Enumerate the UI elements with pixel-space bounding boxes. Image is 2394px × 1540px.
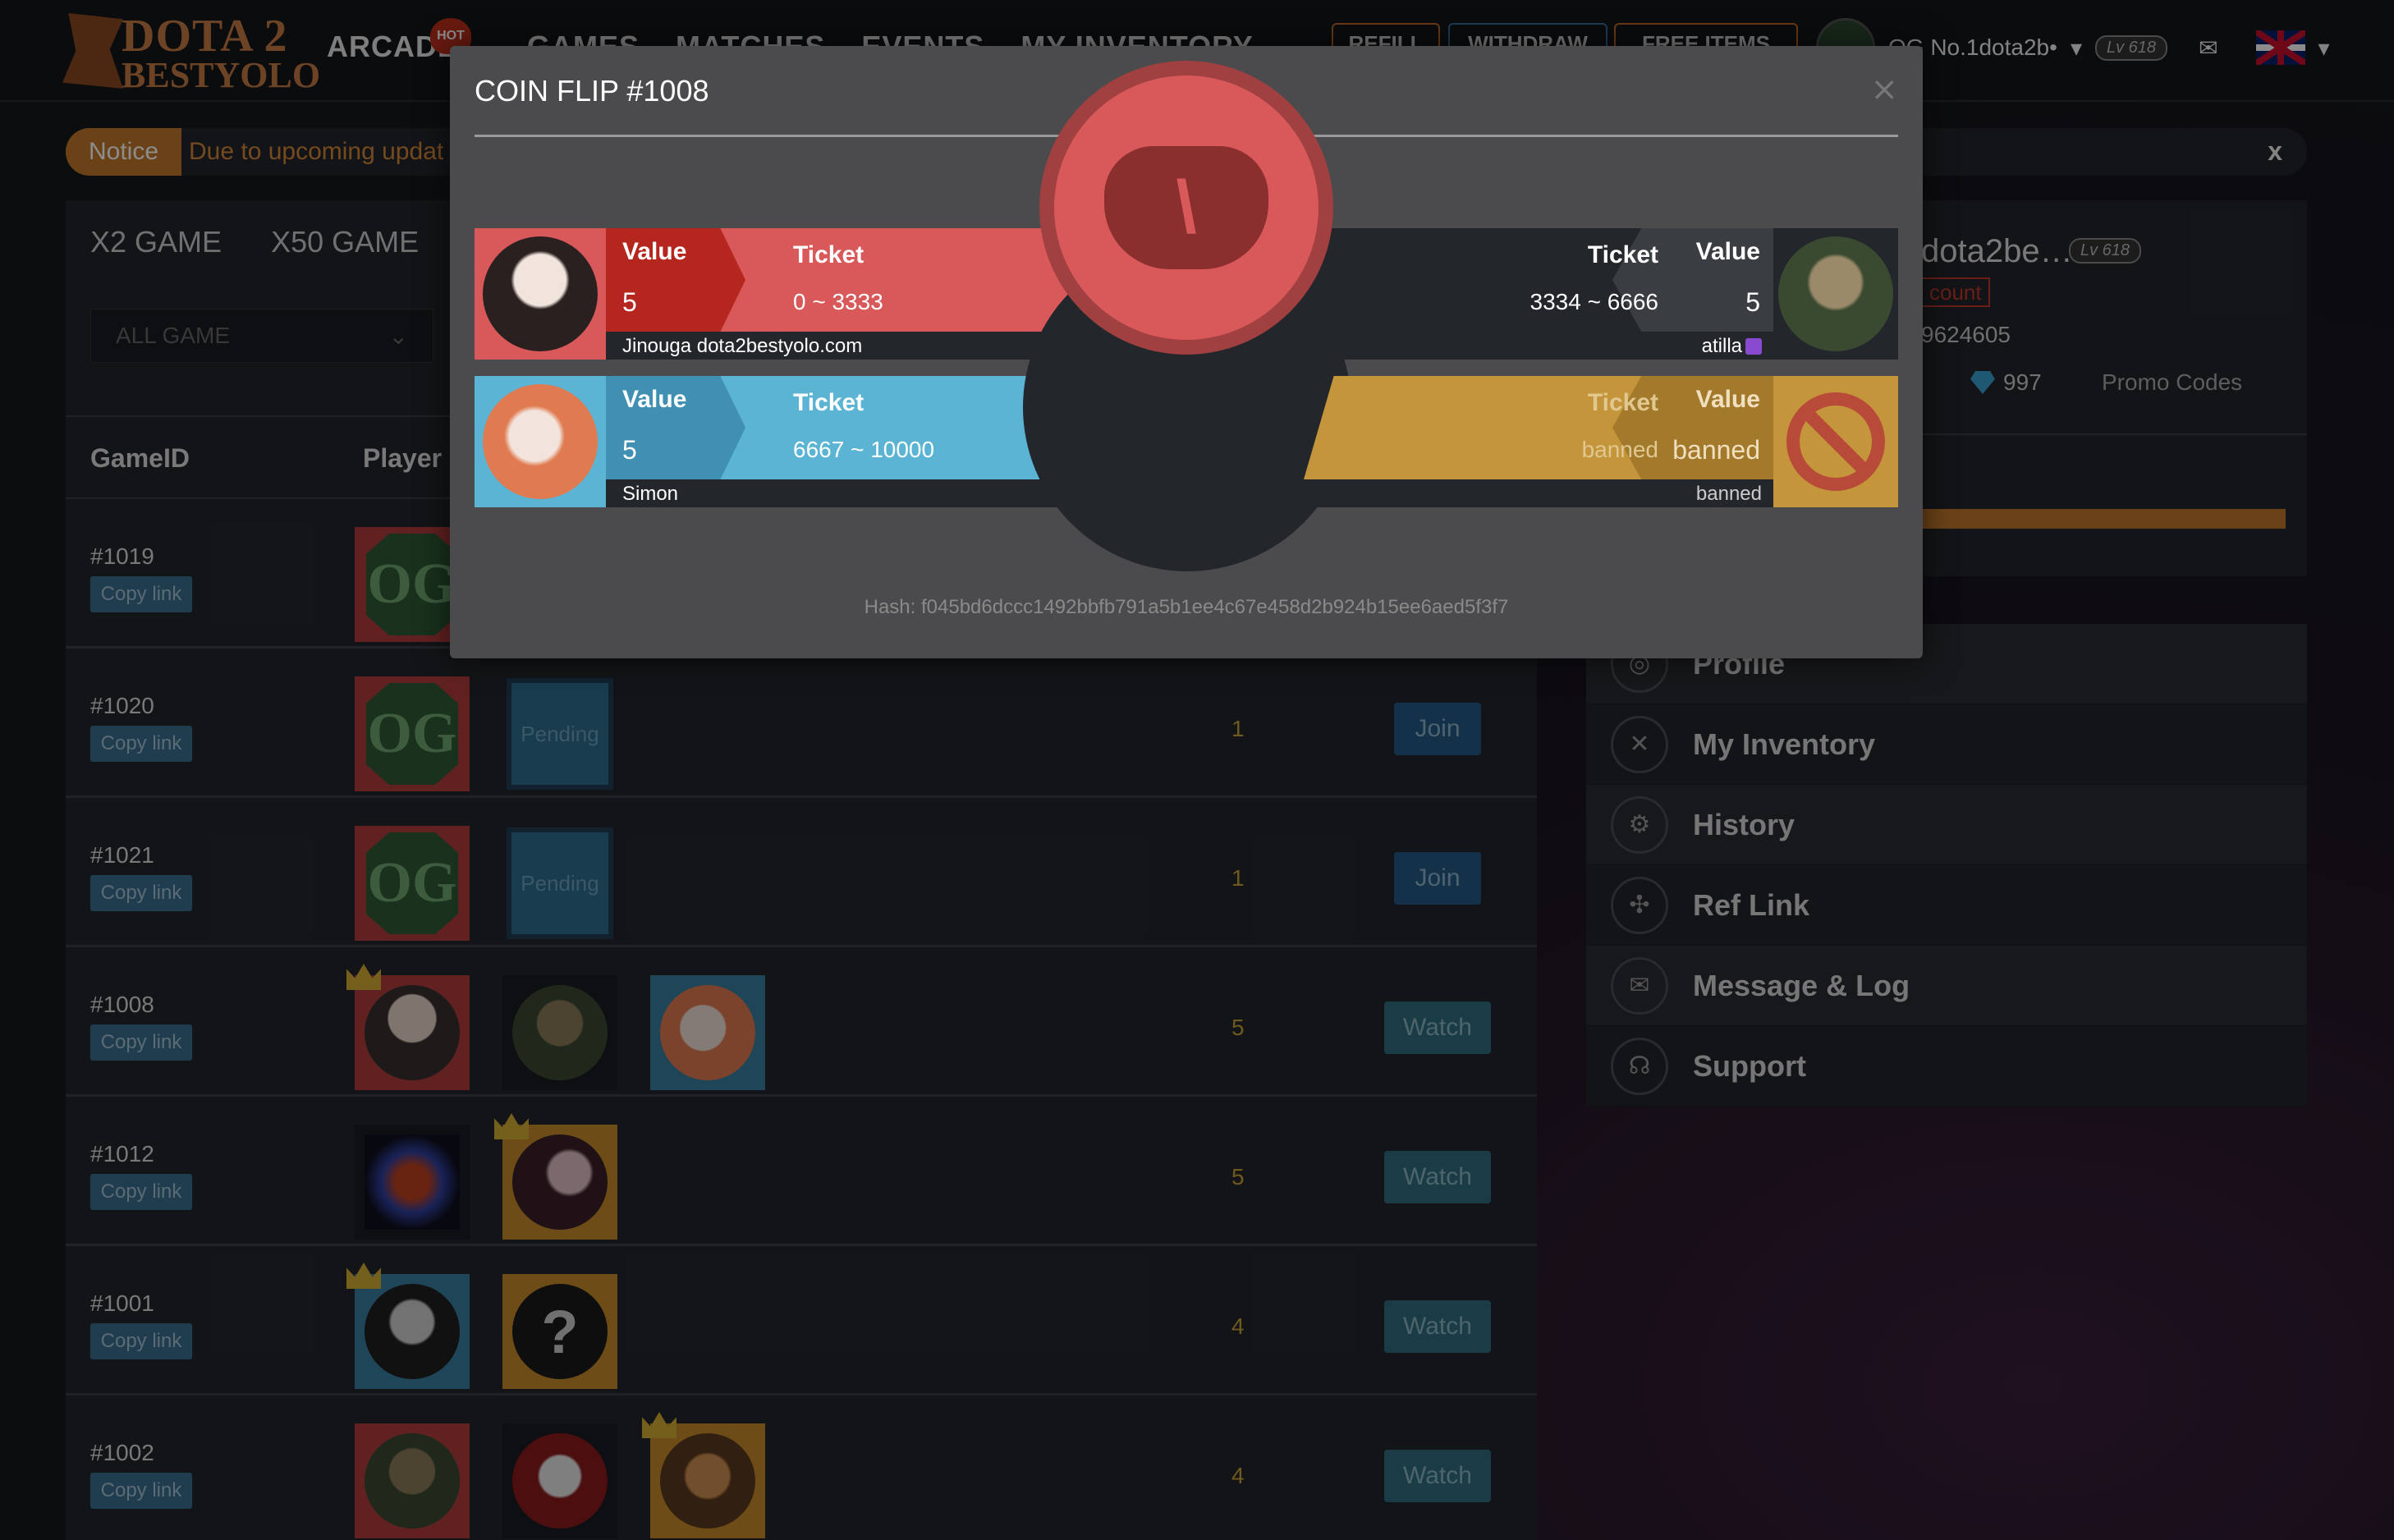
player-avatar-frame <box>478 376 603 507</box>
game-hash: Hash: f045bd6dccc1492bbfb791a5b1ee4c67e4… <box>864 596 1509 618</box>
value-label: Value <box>622 386 687 413</box>
player-name: banned <box>1695 483 1762 505</box>
player-name: atilla <box>1701 335 1742 357</box>
player-avatar <box>483 384 598 499</box>
coin-face: \ <box>1054 76 1319 340</box>
player-name: Simon <box>622 483 679 505</box>
banned-icon <box>1786 392 1885 491</box>
value-amount: 5 <box>622 435 637 465</box>
value-amount: 5 <box>1745 287 1760 317</box>
value-amount: banned <box>1672 435 1760 465</box>
value-label: Value <box>622 238 687 265</box>
ticket-range: banned <box>1581 437 1658 462</box>
player-avatar-frame <box>1773 376 1898 507</box>
ticket-range: 6667 ~ 10000 <box>793 437 935 462</box>
ticket-label: Ticket <box>793 389 864 416</box>
player-name: Jinouga dota2bestyolo.com <box>622 335 863 357</box>
twitch-icon <box>1745 338 1762 355</box>
ticket-label: Ticket <box>1587 389 1658 416</box>
player-avatar <box>1778 236 1893 351</box>
ticket-label: Ticket <box>1587 241 1658 268</box>
coin-flip-modal: COIN FLIP #1008 × Value 5 Ticket 0 ~ 333… <box>450 46 1923 658</box>
ticket-label: Ticket <box>793 241 864 268</box>
ticket-range: 3334 ~ 6666 <box>1530 289 1659 314</box>
modal-close-button[interactable]: × <box>1870 71 1898 108</box>
player-avatar-frame <box>478 228 603 360</box>
player-avatar <box>483 236 598 351</box>
dota-controller-icon: \ <box>1104 146 1268 269</box>
coin-flip-coin: \ <box>1039 61 1333 355</box>
modal-title: COIN FLIP #1008 <box>475 74 709 108</box>
value-label: Value <box>1695 386 1760 413</box>
player-avatar-frame <box>1773 228 1898 360</box>
ticket-range: 0 ~ 3333 <box>793 289 883 314</box>
value-amount: 5 <box>622 287 637 317</box>
value-label: Value <box>1695 238 1760 265</box>
